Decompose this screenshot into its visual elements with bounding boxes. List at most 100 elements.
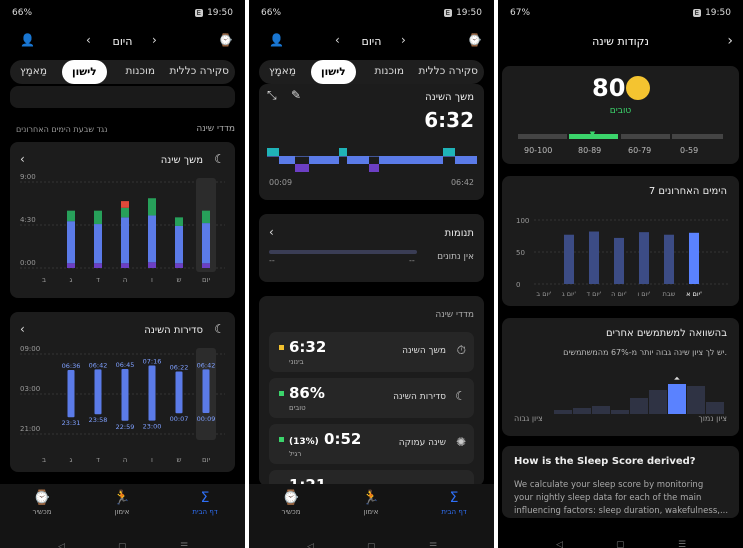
chevron-right-icon[interactable]: › <box>152 33 157 47</box>
header: 👤 ‹ היום › ⌚ <box>249 30 494 54</box>
hypnogram-segment <box>295 164 309 172</box>
wake-time-label: 06:22 <box>170 364 189 372</box>
back-icon[interactable]: ◁ <box>556 540 563 548</box>
smiley-icon <box>626 76 650 100</box>
x-tick-label: ב <box>42 276 46 284</box>
edit-icon[interactable]: ✎ <box>291 88 301 102</box>
bar <box>202 369 210 413</box>
x-tick-label: ב <box>42 456 46 464</box>
sleep-metrics-card: מדדי שינה 6:32 בינוני משך השינה ⏱ 86% טו… <box>259 296 484 510</box>
recents-icon[interactable]: ☰ <box>678 540 686 548</box>
derived-card[interactable]: How is the Sleep Score derived? We calcu… <box>502 446 739 518</box>
sigma-icon: Σ <box>200 490 210 506</box>
tab-bar: סקירה כללית מוכנות לישון מַאמָץ <box>259 60 484 84</box>
back-chevron-icon[interactable]: › <box>727 33 733 49</box>
tab-overview[interactable]: סקירה כללית <box>419 65 478 77</box>
nav-workout[interactable]: 🏃 אימון <box>341 490 401 516</box>
home-icon[interactable]: ▢ <box>367 542 376 548</box>
expand-icon[interactable]: ⤡ <box>267 88 277 103</box>
sleep-duration-card[interactable]: ⤡ ✎ משך השינה 6:32 00:09 06:42 <box>259 84 484 200</box>
runner-icon: 🏃 <box>113 490 131 506</box>
hypnogram <box>267 148 477 172</box>
chevron-left-icon[interactable]: ‹ <box>20 152 25 166</box>
naps-card[interactable]: תנומות ‹ -- -- אין נתונים <box>259 214 484 282</box>
watch-icon[interactable]: ⌚ <box>467 33 482 47</box>
range-label: 90-100 <box>524 146 553 155</box>
runner-icon: 🏃 <box>362 490 380 506</box>
card-title: משך השינה <box>425 92 474 103</box>
sleep-consistency-card[interactable]: סדירות השינה ☾ ‹ 09:00 03:00 21:00 ב 06:36 23… <box>10 312 235 472</box>
bar <box>564 234 574 284</box>
no-data: אין נתונים <box>437 252 474 262</box>
x-tick-label: יום <box>202 456 211 464</box>
clock: E 19:50 <box>692 8 731 18</box>
recents-icon[interactable]: ☰ <box>429 542 437 548</box>
bar <box>121 369 129 421</box>
score-value: 80 <box>592 74 626 102</box>
y-tick-label: 09:00 <box>20 345 40 353</box>
sleep-duration-card[interactable]: משך שינה ☾ ‹ 9:00 4:30 0:00 ב ג ד ה ו ש יום <box>10 142 235 298</box>
home-icon[interactable]: ▢ <box>616 540 625 548</box>
distribution-bar <box>668 384 686 414</box>
bar <box>689 232 699 284</box>
tab-strain[interactable]: מַאמָץ <box>20 65 47 77</box>
x-tick-label: יום ה' <box>611 290 627 298</box>
bar <box>639 232 649 284</box>
battery-level: 66% <box>12 8 33 18</box>
bottom-nav: Σ דף הבית 🏃 אימון ⌚ מכשיר ◁ ▢ ☰ <box>0 484 245 548</box>
nav-workout[interactable]: 🏃 אימון <box>92 490 152 516</box>
tab-readiness[interactable]: מוכנות <box>125 65 155 77</box>
header: נקודות שינה › <box>498 30 743 54</box>
card-title: תנומות <box>444 228 474 239</box>
chevron-left-icon[interactable]: ‹ <box>269 225 274 239</box>
recents-icon[interactable]: ☰ <box>180 542 188 548</box>
x-tick-label: ו <box>151 276 153 284</box>
card-title: סדירות השינה <box>144 325 203 336</box>
tab-sleep[interactable]: לישון <box>62 60 107 84</box>
status-bar: 66% E 19:50 <box>0 0 245 26</box>
page-title: היום <box>112 35 133 48</box>
score-range-bar: ▼ <box>518 130 723 139</box>
tab-readiness[interactable]: מוכנות <box>374 65 404 77</box>
tab-overview[interactable]: סקירה כללית <box>170 65 229 77</box>
tab-bar: סקירה כללית מוכנות לישון מַאמָץ <box>10 60 235 84</box>
tab-sleep[interactable]: לישון <box>311 60 356 84</box>
nav-device[interactable]: ⌚ מכשיר <box>12 490 72 516</box>
nav-device[interactable]: ⌚ מכשיר <box>261 490 321 516</box>
x-tick-label: יום ג' <box>562 290 576 298</box>
metric-deep-sleep[interactable]: (13%) 0:52 רגיל שינה עמוקה ✺ <box>269 424 474 464</box>
bar-segment <box>148 262 156 268</box>
metrics-title: מדדי שינה <box>435 310 474 320</box>
bar-segment <box>175 263 183 268</box>
nav-home[interactable]: Σ דף הבית <box>175 490 235 516</box>
bar <box>148 365 156 421</box>
sigma-icon: Σ <box>449 490 459 506</box>
screen-sleep-score: 67% E 19:50 נקודות שינה › 80 טובים ▼ 90-1… <box>498 0 743 548</box>
back-icon[interactable]: ◁ <box>58 542 65 548</box>
back-icon[interactable]: ◁ <box>307 542 314 548</box>
nav-home[interactable]: Σ דף הבית <box>424 490 484 516</box>
wake-time-label: 06:42 <box>89 361 108 369</box>
y-tick-label: 9:00 <box>20 173 36 181</box>
watch-icon[interactable]: ⌚ <box>218 33 233 47</box>
home-icon[interactable]: ▢ <box>118 542 127 548</box>
hypnogram-segment <box>443 148 455 156</box>
bar <box>94 369 102 415</box>
x-tick-label: יום ד' <box>587 290 602 298</box>
chevron-right-icon[interactable]: › <box>401 33 406 47</box>
x-tick-label: ש <box>177 276 182 284</box>
bar-segment <box>202 263 210 268</box>
metric-duration[interactable]: 6:32 בינוני משך השינה ⏱ <box>269 332 474 372</box>
bed-time-label: 00:09 <box>197 415 216 423</box>
moon-icon: ☾ <box>214 152 225 166</box>
distribution-bar <box>649 390 667 414</box>
chevron-left-icon[interactable]: ‹ <box>20 322 25 336</box>
metric-consistency[interactable]: 86% טובים סדירות השינה ☾ <box>269 378 474 418</box>
battery-level: 67% <box>510 8 531 18</box>
section-subtitle: נגד שבעת הימים האחרונים <box>16 125 108 134</box>
watch-icon: ⌚ <box>282 490 300 506</box>
hypnogram-baseline <box>267 156 477 157</box>
distribution-chart: ⏶ <box>554 374 724 414</box>
tab-strain[interactable]: מַאמָץ <box>269 65 296 77</box>
hypnogram-segment <box>347 156 369 164</box>
